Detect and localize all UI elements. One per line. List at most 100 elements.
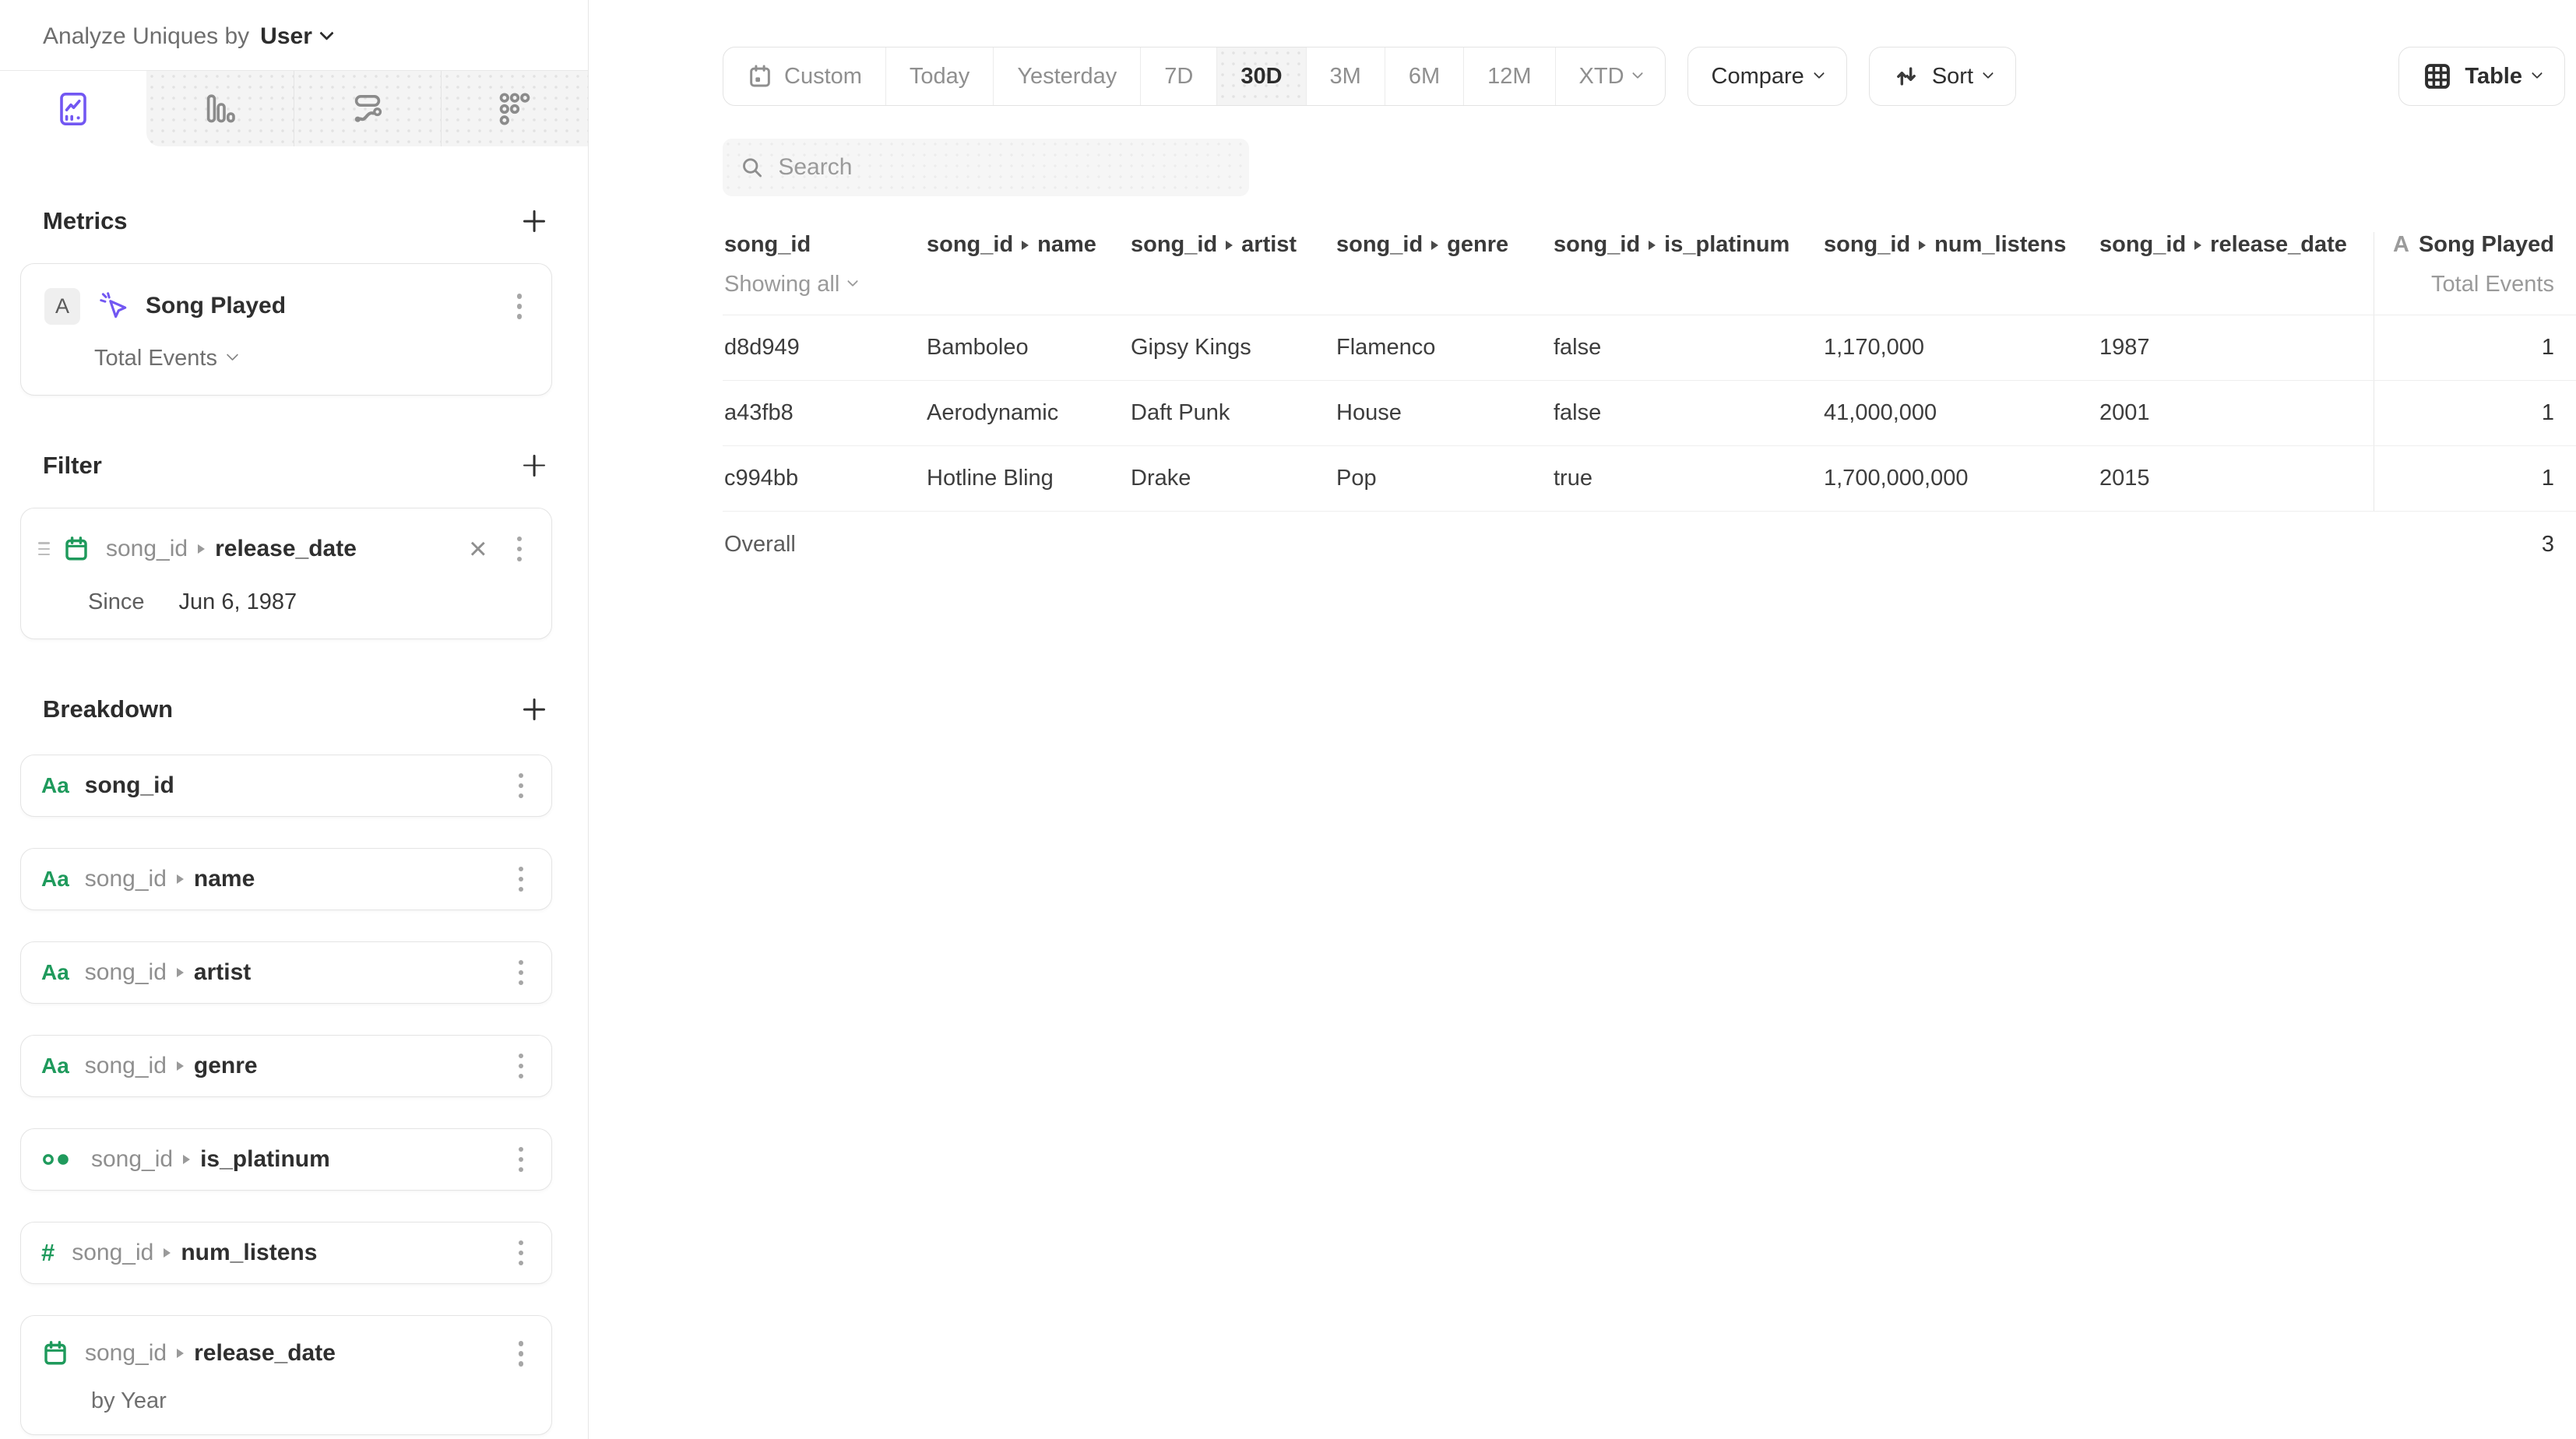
chevron-down-icon [1814,68,1825,79]
date-range-yesterday[interactable]: Yesterday [993,47,1140,105]
breakdown-property: song_id [91,1146,173,1173]
column-header-metric[interactable]: A Song Played Total Events [2374,232,2576,315]
column-header-artist[interactable]: song_idartist [1129,232,1335,275]
filter-options-kebab[interactable] [509,529,530,570]
sidebar-sections: Metrics A Song Played Total Events [0,207,588,1435]
add-breakdown-button[interactable] [521,696,547,723]
cell-release-date: 2001 [2098,381,2374,445]
cell-song-id: a43fb8 [723,381,925,445]
breakdown-item-artist[interactable]: Aa song_id artist [20,941,552,1004]
breakdown-title: Breakdown [43,695,173,723]
column-label: song_id [1824,232,1910,258]
column-header-release-date[interactable]: song_idrelease_date [2098,232,2374,275]
analysis-entity-value: User [260,23,312,50]
tab-bar-chart[interactable] [146,71,293,146]
column-sublabel: name [1037,232,1096,258]
property-arrow-icon [1919,241,1926,250]
date-range-label: 12M [1487,64,1531,90]
date-range-custom[interactable]: Custom [723,47,885,105]
column-header-is-platinum[interactable]: song_idis_platinum [1552,232,1822,275]
cell-metric-value: 1 [2374,315,2576,380]
chevron-down-icon [227,348,239,361]
breakdown-options-kebab[interactable] [511,1333,532,1374]
results-table: song_id Showing all song_idname song_ida… [723,227,2576,578]
breakdown-item-genre[interactable]: Aa song_id genre [20,1035,552,1097]
filter-value[interactable]: Jun 6, 1987 [179,589,297,615]
table-grid-icon [2423,62,2452,91]
sort-arrows-icon [1893,63,1920,90]
breakdown-item-song-id[interactable]: Aa song_id [20,755,552,817]
cell-num-listens: 41,000,000 [1822,381,2098,445]
breakdown-item-num-listens[interactable]: # song_id num_listens [20,1222,552,1284]
cell-metric-value: 1 [2374,446,2576,511]
breakdown-options-kebab[interactable] [511,859,532,900]
chevron-down-icon [1983,68,1994,79]
breakdown-item-name[interactable]: Aa song_id name [20,848,552,910]
filter-section-header: Filter [43,452,547,480]
metric-aggregation-dropdown[interactable]: Total Events [94,346,530,371]
breakdown-section-header: Breakdown [43,695,547,723]
table-row: a43fb8 Aerodynamic Daft Punk House false… [723,380,2576,445]
breakdown-item-is-platinum[interactable]: song_id is_platinum [20,1128,552,1191]
breakdown-options-kebab[interactable] [511,765,532,807]
property-arrow-icon [1649,241,1656,250]
breakdown-item-release-date[interactable]: song_id release_date by Year [20,1315,552,1435]
view-type-label: Table [2465,64,2522,90]
sort-button[interactable]: Sort [1869,47,2016,106]
column-header-name[interactable]: song_idname [925,232,1129,275]
table-row: d8d949 Bamboleo Gipsy Kings Flamenco fal… [723,315,2576,380]
breakdown-options-kebab[interactable] [511,1233,532,1274]
date-range-today[interactable]: Today [885,47,993,105]
breakdown-property: song_id [85,866,167,892]
date-range-label: 3M [1330,64,1361,90]
tab-funnel[interactable] [441,71,588,146]
metric-series-letter: A [2393,232,2409,258]
property-arrow-icon [2194,241,2201,250]
column-header-song-id[interactable]: song_id Showing all [723,232,925,315]
breakdown-options-kebab[interactable] [511,952,532,994]
date-range-label: 6M [1409,64,1440,90]
breakdown-bucket-dropdown[interactable]: by Year [91,1388,531,1414]
date-range-3m[interactable]: 3M [1306,47,1385,105]
metric-card[interactable]: A Song Played Total Events [20,263,552,396]
date-range-label: Yesterday [1017,64,1117,90]
column-header-genre[interactable]: song_idgenre [1335,232,1552,275]
breakdown-subproperty: artist [194,959,251,986]
date-range-xtd[interactable]: XTD [1555,47,1665,105]
remove-filter-button[interactable]: × [464,533,491,565]
column-header-num-listens[interactable]: song_idnum_listens [1822,232,2098,275]
breakdown-property: song_id [85,1053,167,1079]
tab-insights-chart[interactable] [0,71,146,146]
date-range-12m[interactable]: 12M [1463,47,1554,105]
view-type-button[interactable]: Table [2398,47,2565,106]
breakdown-subproperty: name [194,866,255,892]
property-arrow-icon [177,1061,184,1071]
compare-button[interactable]: Compare [1687,47,1847,106]
breakdown-options-kebab[interactable] [511,1139,532,1180]
date-range-30d[interactable]: 30D [1216,47,1305,105]
metric-options-kebab[interactable] [509,286,530,327]
showing-all-label: Showing all [724,272,839,297]
analysis-entity-dropdown[interactable]: User [260,23,332,50]
cell-release-date: 2015 [2098,446,2374,511]
date-range-label: 7D [1164,64,1193,90]
drag-handle-icon[interactable] [38,542,50,555]
breakdown-options-kebab[interactable] [511,1046,532,1087]
add-metric-button[interactable] [521,208,547,234]
property-arrow-icon [198,544,205,554]
compare-label: Compare [1712,64,1804,90]
search-input[interactable] [778,154,1232,181]
add-filter-button[interactable] [521,452,547,479]
calendar-icon [747,63,773,90]
date-range-label: 30D [1240,64,1282,90]
filter-operator-dropdown[interactable]: Since [88,589,145,615]
filter-card[interactable]: song_id release_date × Since Jun 6, 1987 [20,508,552,640]
breakdown-subproperty: is_platinum [200,1146,330,1173]
date-range-7d[interactable]: 7D [1140,47,1216,105]
showing-all-dropdown[interactable]: Showing all [724,272,910,297]
tab-flows[interactable] [294,71,441,146]
metric-column-sublabel: Total Events [2431,272,2554,297]
breakdown-property: song_id [85,772,174,799]
flow-icon [349,90,386,128]
date-range-6m[interactable]: 6M [1385,47,1463,105]
